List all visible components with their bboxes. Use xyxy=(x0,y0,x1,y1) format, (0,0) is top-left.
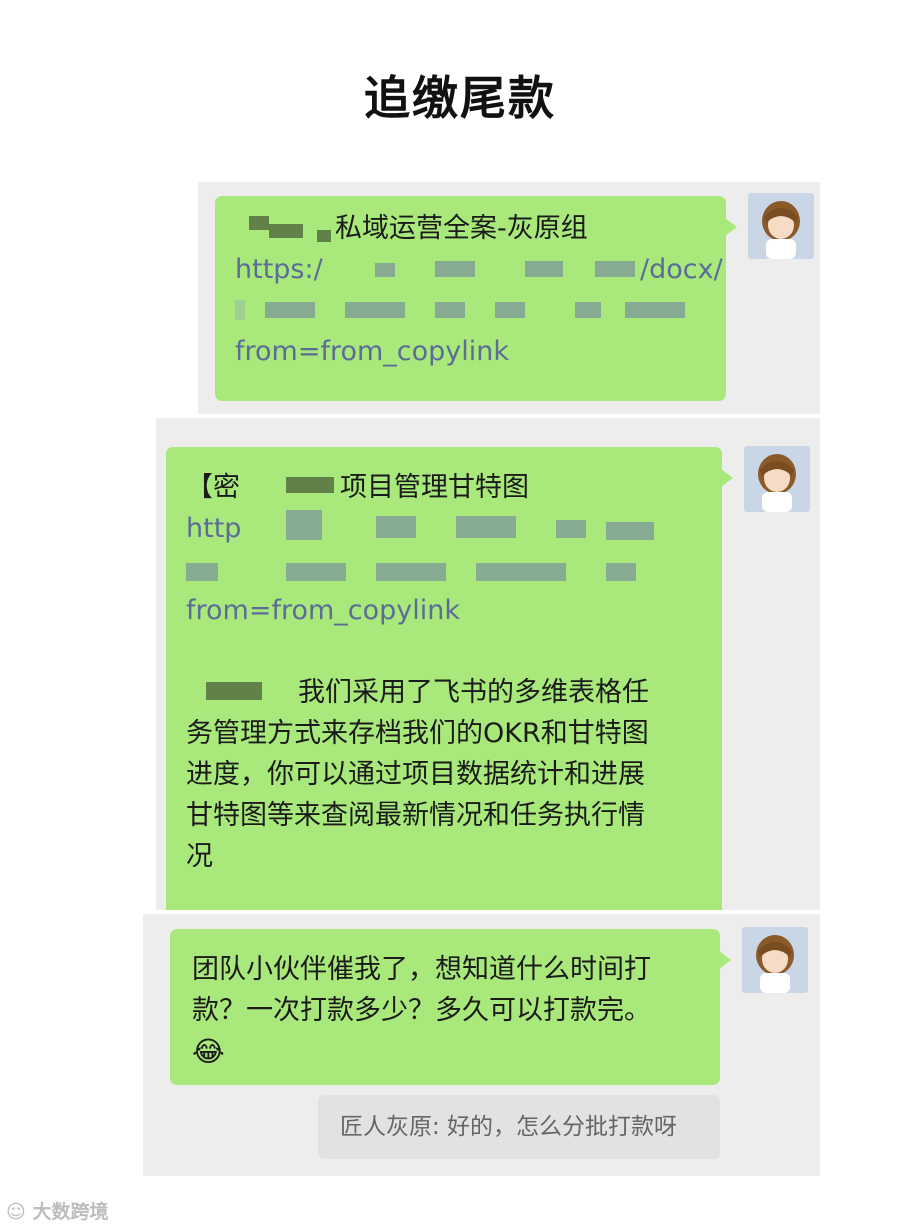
link-prefix: http xyxy=(186,513,242,544)
redacted-block xyxy=(376,516,416,538)
anime-avatar-icon xyxy=(744,446,810,512)
message-line[interactable] xyxy=(186,549,722,590)
redacted-block xyxy=(495,302,525,318)
message-line[interactable] xyxy=(235,290,726,331)
message-bubble-3[interactable]: 团队小伙伴催我了，想知道什么时间打 款？一次打款多少？多久可以打款完。 😂 xyxy=(170,929,731,1085)
doc-title: 项目管理甘特图 xyxy=(340,472,529,503)
redacted-block xyxy=(525,261,563,277)
message-bubble-1[interactable]: 私域运营全案-灰原组 https:/ /docx/ from=from_copy… xyxy=(215,196,737,401)
redacted-block xyxy=(286,510,322,540)
page-title: 追缴尾款 xyxy=(364,71,556,125)
redacted-block xyxy=(269,224,303,238)
redacted-block xyxy=(595,261,635,277)
message-line: 【密 项目管理甘特图 xyxy=(186,467,722,508)
link-from-copylink[interactable]: from=from_copylink xyxy=(186,590,722,631)
redacted-block xyxy=(249,216,269,230)
message-bubble-2[interactable]: 【密 项目管理甘特图 http from=from_copylink 我们采用了… xyxy=(166,447,733,910)
avatar[interactable] xyxy=(748,193,814,259)
watermark: ☺ 大数跨境 xyxy=(6,1197,108,1224)
message-text: 团队小伙伴催我了，想知道什么时间打 xyxy=(192,954,651,985)
message-line[interactable]: http xyxy=(186,508,722,549)
message-text: 甘特图等来查阅最新情况和任务执行情 xyxy=(186,800,645,831)
anime-avatar-icon xyxy=(742,927,808,993)
doc-title-prefix: 【密 xyxy=(186,472,240,503)
redacted-block xyxy=(435,302,465,318)
message-line: 我们采用了飞书的多维表格任 xyxy=(186,672,722,713)
redacted-block xyxy=(265,302,315,318)
watermark-text: 大数跨境 xyxy=(32,1201,109,1223)
avatar[interactable] xyxy=(744,446,810,512)
redacted-block xyxy=(186,563,218,581)
laughing-tears-emoji: 😂 xyxy=(192,1035,225,1068)
redacted-block xyxy=(435,261,475,277)
doc-title: 私域运营全案-灰原组 xyxy=(335,213,588,244)
link-suffix: /docx/ xyxy=(640,254,723,285)
message-line: 😂 xyxy=(192,1031,720,1072)
redacted-block xyxy=(575,302,601,318)
link-from-copylink[interactable]: from=from_copylink xyxy=(235,331,726,372)
watermark-logo-icon: ☺ xyxy=(6,1201,26,1223)
redacted-block xyxy=(606,563,636,581)
message-text: 我们采用了飞书的多维表格任 xyxy=(298,677,649,708)
redacted-block xyxy=(286,563,346,581)
message-text: 款？一次打款多少？多久可以打款完。 xyxy=(192,995,651,1026)
link-prefix: https:/ xyxy=(235,254,323,285)
redacted-block xyxy=(286,477,334,493)
message-line[interactable]: https:/ /docx/ xyxy=(235,249,726,290)
redacted-block xyxy=(345,302,405,318)
redacted-block xyxy=(476,563,566,581)
redacted-block xyxy=(625,302,685,318)
anime-avatar-icon xyxy=(748,193,814,259)
redacted-block xyxy=(206,682,262,700)
redacted-block xyxy=(376,563,446,581)
redacted-block xyxy=(235,300,245,320)
message-text: 务管理方式来存档我们的OKR和甘特图 xyxy=(186,718,649,749)
message-text: 况 xyxy=(186,841,213,872)
avatar[interactable] xyxy=(742,927,808,993)
message-text: 进度，你可以通过项目数据统计和进展 xyxy=(186,759,645,790)
redacted-block xyxy=(317,230,331,242)
redacted-block xyxy=(606,522,654,540)
redacted-block xyxy=(556,520,586,538)
message-line: 私域运营全案-灰原组 xyxy=(235,208,726,249)
quoted-reply[interactable]: 匠人灰原: 好的，怎么分批打款呀 xyxy=(318,1095,720,1159)
redacted-block xyxy=(456,516,516,538)
redacted-block xyxy=(375,263,395,277)
